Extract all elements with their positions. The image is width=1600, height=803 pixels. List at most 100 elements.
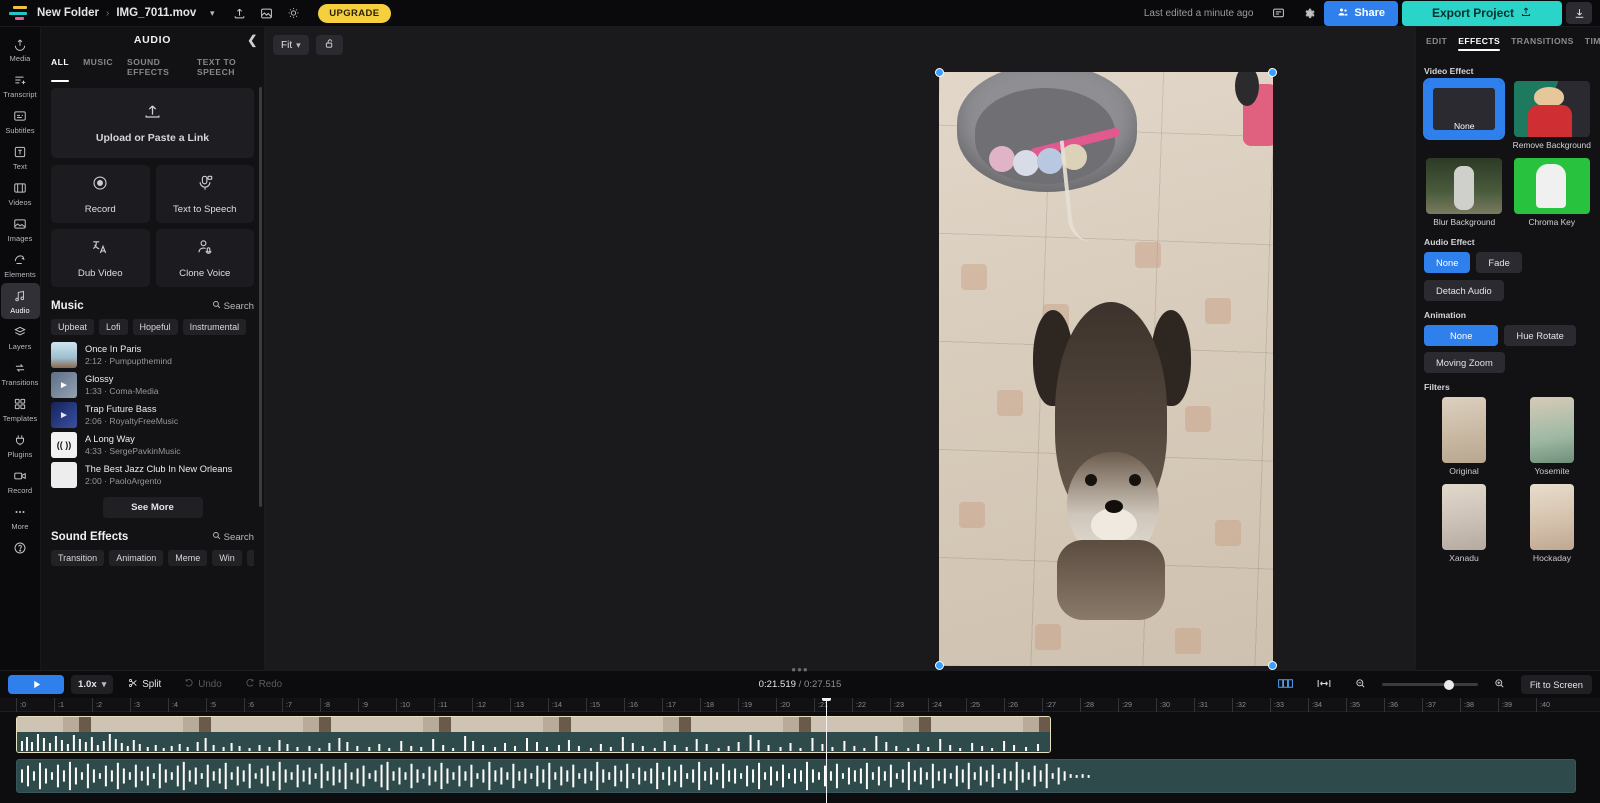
zoom-out-button[interactable] — [1347, 675, 1374, 694]
record-tile[interactable]: Record — [51, 165, 150, 223]
zoom-in-button[interactable] — [1486, 675, 1513, 694]
lightbulb-icon[interactable] — [282, 3, 304, 23]
sidebar-item-transcript[interactable]: Transcript — [1, 67, 40, 103]
animation-hue-rotate[interactable]: Hue Rotate — [1504, 325, 1575, 346]
effect-none[interactable]: None — [1424, 81, 1505, 151]
music-search-button[interactable]: Search — [212, 300, 254, 312]
list-item[interactable]: ► Glossy 1:33 · Coma-Media — [51, 372, 254, 398]
detach-audio-button[interactable]: Detach Audio — [1424, 280, 1504, 301]
filter-hockaday[interactable]: Hockaday — [1512, 484, 1592, 563]
upgrade-button[interactable]: UPGRADE — [318, 4, 390, 23]
chevron-left-icon[interactable]: ❮ — [247, 33, 258, 47]
timeline-zoom-slider[interactable] — [1382, 683, 1478, 686]
export-project-button[interactable]: Export Project — [1402, 1, 1562, 26]
breadcrumb-project-name[interactable]: IMG_7011.mov — [116, 7, 196, 19]
chip-g[interactable]: G — [247, 550, 254, 566]
video-clip[interactable] — [16, 716, 1051, 753]
filter-yosemite[interactable]: Yosemite — [1512, 397, 1592, 476]
resize-handle-top-left[interactable] — [935, 68, 944, 77]
sidebar-item-templates[interactable]: Templates — [1, 391, 40, 427]
effect-chroma-key[interactable]: Chroma Key — [1512, 158, 1593, 228]
tab-sound-effects[interactable]: SOUND EFFECTS — [127, 57, 183, 82]
upload-dropzone[interactable]: Upload or Paste a Link — [51, 88, 254, 158]
audio-effect-none[interactable]: None — [1424, 252, 1470, 273]
sidebar-item-images[interactable]: Images — [1, 211, 40, 247]
upload-icon[interactable] — [228, 3, 250, 23]
app-logo-icon[interactable] — [9, 6, 29, 20]
fit-dropdown[interactable]: Fit ▾ — [273, 35, 309, 55]
chip-transition[interactable]: Transition — [51, 550, 104, 566]
timeline-drag-handle[interactable]: ●●● — [791, 665, 809, 674]
tab-transitions[interactable]: TRANSITIONS — [1511, 36, 1574, 51]
filter-original[interactable]: Original — [1424, 397, 1504, 476]
sidebar-item-transitions[interactable]: Transitions — [1, 355, 40, 391]
chip-upbeat[interactable]: Upbeat — [51, 319, 94, 335]
dub-video-tile[interactable]: Dub Video — [51, 229, 150, 287]
filmstrip-toggle[interactable] — [1270, 675, 1301, 694]
sidebar-item-text[interactable]: Text — [1, 139, 40, 175]
list-item[interactable]: The Best Jazz Club In New Orleans 2:00 ·… — [51, 462, 254, 488]
audio-clip[interactable] — [16, 759, 1576, 793]
gear-icon[interactable] — [1298, 3, 1320, 23]
share-button[interactable]: Share — [1324, 1, 1398, 26]
animation-none[interactable]: None — [1424, 325, 1498, 346]
resize-handle-bottom-right[interactable] — [1268, 661, 1277, 670]
list-item[interactable]: ► Trap Future Bass 2:06 · RoyaltyFreeMus… — [51, 402, 254, 428]
sidebar-item-elements[interactable]: Elements — [1, 247, 40, 283]
project-dropdown-icon[interactable]: ▾ — [201, 3, 223, 23]
tab-edit[interactable]: EDIT — [1426, 36, 1447, 51]
app-header: New Folder › IMG_7011.mov ▾ UPGRADE Last… — [0, 0, 1600, 27]
split-button[interactable]: Split — [120, 675, 169, 694]
list-item[interactable]: (( )) A Long Way 4:33 · SergePavkinMusic — [51, 432, 254, 458]
sidebar-item-videos[interactable]: Videos — [1, 175, 40, 211]
chip-meme[interactable]: Meme — [168, 550, 207, 566]
filter-xanadu[interactable]: Xanadu — [1424, 484, 1504, 563]
fit-to-screen-button[interactable]: Fit to Screen — [1521, 675, 1592, 694]
video-preview[interactable] — [939, 72, 1273, 666]
breadcrumb-folder[interactable]: New Folder — [37, 7, 99, 19]
timeline-ruler[interactable]: :0 :1 :2 :3 :4 :5 :6 :7 :8 :9 :10 :11 :1… — [0, 698, 1600, 712]
chip-instrumental[interactable]: Instrumental — [183, 319, 247, 335]
tab-timing[interactable]: TIM — [1585, 36, 1600, 51]
tab-text-to-speech[interactable]: TEXT TO SPEECH — [197, 57, 254, 82]
effect-blur-background[interactable]: Blur Background — [1424, 158, 1505, 228]
sidebar-item-audio[interactable]: Audio — [1, 283, 40, 319]
playhead[interactable] — [826, 698, 827, 803]
sidebar-item-plugins[interactable]: Plugins — [1, 427, 40, 463]
chip-win[interactable]: Win — [212, 550, 242, 566]
panel-scrollbar[interactable] — [259, 87, 262, 507]
download-button[interactable] — [1566, 2, 1592, 24]
play-button[interactable] — [8, 675, 64, 694]
text-to-speech-tile[interactable]: Text to Speech — [156, 165, 255, 223]
sidebar-item-help[interactable] — [1, 535, 40, 560]
tab-all[interactable]: ALL — [51, 57, 69, 82]
clone-voice-tile[interactable]: Clone Voice — [156, 229, 255, 287]
audio-effect-fade[interactable]: Fade — [1476, 252, 1521, 273]
sidebar-item-layers[interactable]: Layers — [1, 319, 40, 355]
sidebar-item-more[interactable]: More — [1, 499, 40, 535]
see-more-button[interactable]: See More — [103, 497, 203, 518]
chip-hopeful[interactable]: Hopeful — [133, 319, 178, 335]
tab-effects[interactable]: EFFECTS — [1458, 36, 1500, 51]
playhead-handle[interactable] — [822, 698, 831, 701]
chip-lofi[interactable]: Lofi — [99, 319, 128, 335]
image-icon[interactable] — [255, 3, 277, 23]
list-item[interactable]: Once In Paris 2:12 · Pumpupthemind — [51, 342, 254, 368]
resize-handle-bottom-left[interactable] — [935, 661, 944, 670]
redo-button[interactable]: Redo — [237, 675, 290, 694]
fit-clip-button[interactable] — [1309, 675, 1339, 694]
timeline-zoom-knob[interactable] — [1444, 680, 1454, 690]
sidebar-item-record[interactable]: Record — [1, 463, 40, 499]
undo-button[interactable]: Undo — [176, 675, 229, 694]
effect-remove-background[interactable]: Remove Background — [1512, 81, 1593, 151]
resize-handle-top-right[interactable] — [1268, 68, 1277, 77]
sound-effects-search-button[interactable]: Search — [212, 531, 254, 543]
sidebar-item-subtitles[interactable]: Subtitles — [1, 103, 40, 139]
animation-moving-zoom[interactable]: Moving Zoom — [1424, 352, 1505, 373]
sidebar-item-media[interactable]: Media — [1, 31, 40, 67]
lock-aspect-button[interactable] — [316, 35, 343, 55]
tab-music[interactable]: MUSIC — [83, 57, 113, 82]
comment-icon[interactable] — [1267, 3, 1289, 23]
playback-speed-dropdown[interactable]: 1.0x ▾ — [71, 675, 113, 694]
chip-animation[interactable]: Animation — [109, 550, 163, 566]
